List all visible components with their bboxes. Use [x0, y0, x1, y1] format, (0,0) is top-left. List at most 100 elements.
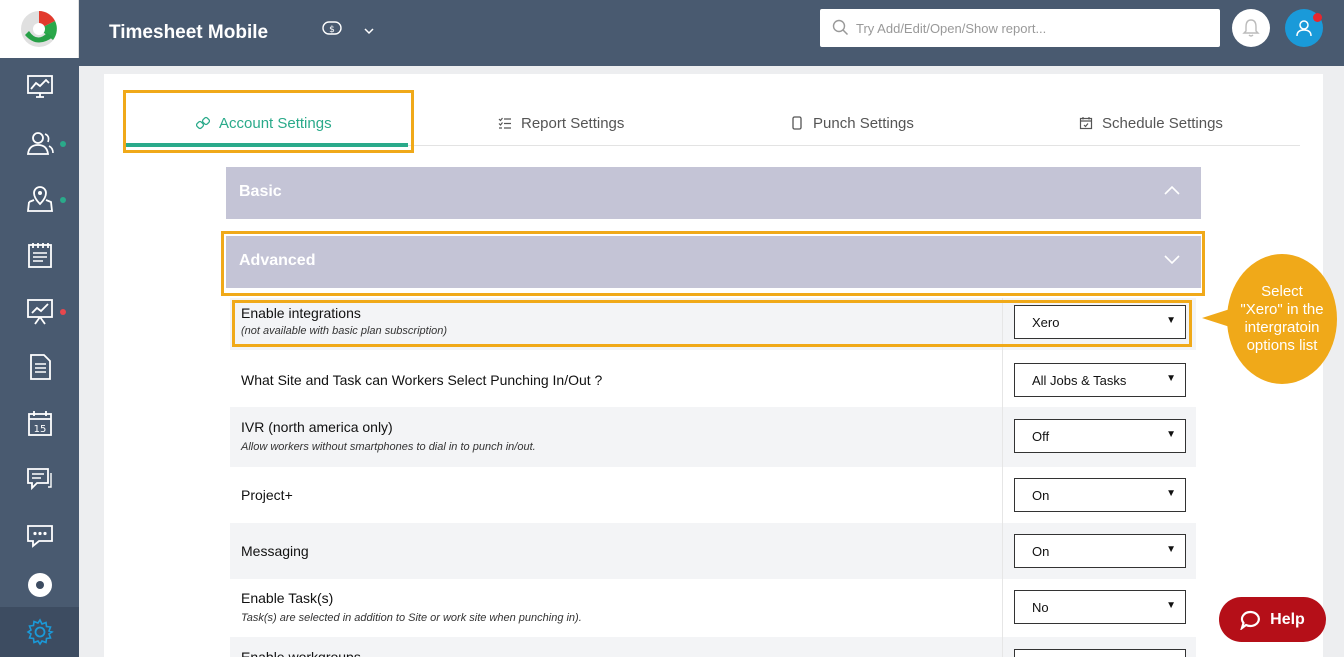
reports-status-dot — [60, 309, 66, 315]
currency-icon: $ — [322, 21, 342, 35]
tab-label: Report Settings — [521, 114, 625, 132]
sites-map-icon — [26, 186, 53, 212]
chevron-down-icon — [1164, 255, 1180, 265]
caret-down-icon: ▼ — [1166, 373, 1176, 384]
select-value: On — [1032, 544, 1050, 559]
chevron-down-icon — [364, 28, 374, 35]
workgroups-select[interactable] — [1014, 649, 1186, 657]
settings-panel: Account Settings Report Settings Punch S… — [104, 74, 1323, 657]
sidebar-item-sites[interactable] — [0, 171, 79, 227]
top-header: Timesheet Mobile $ — [79, 0, 1344, 66]
tasks-select[interactable]: No ▼ — [1014, 590, 1186, 624]
tutorial-callout: Select "Xero" in the intergratoin option… — [1227, 254, 1337, 384]
tab-punch-settings[interactable]: Punch Settings — [790, 100, 914, 146]
sidebar-item-reports[interactable] — [0, 283, 79, 339]
chat-bubble-icon — [26, 525, 53, 548]
setting-label: IVR (north america only) — [241, 419, 393, 435]
setting-label: Enable workgroups — [241, 649, 361, 657]
sidebar-item-documents[interactable] — [0, 339, 79, 395]
timesheet-logo-icon — [21, 11, 57, 47]
row-divider — [1002, 637, 1003, 657]
calendar-day: 15 — [33, 424, 46, 435]
sidebar-item-chat[interactable] — [0, 507, 79, 563]
setting-row-site-task: What Site and Task can Workers Select Pu… — [230, 350, 1196, 407]
link-icon — [196, 116, 210, 130]
setting-row-tasks: Enable Task(s) Task(s) are selected in a… — [230, 579, 1196, 637]
bell-icon — [1242, 19, 1260, 37]
caret-down-icon: ▼ — [1166, 600, 1176, 611]
setting-label: Enable integrations — [241, 305, 361, 321]
setting-description: (not available with basic plan subscript… — [241, 325, 448, 337]
sidebar-item-record[interactable] — [0, 557, 79, 613]
calendar-icon: 15 — [27, 411, 52, 436]
sidebar-item-settings[interactable] — [0, 607, 79, 657]
setting-label: Project+ — [241, 487, 293, 503]
chevron-up-icon — [1164, 185, 1180, 195]
section-advanced-header[interactable]: Advanced — [226, 236, 1201, 288]
sites-status-dot — [60, 197, 66, 203]
app-title: Timesheet Mobile — [109, 22, 269, 43]
select-value: On — [1032, 488, 1050, 503]
currency-switcher[interactable]: $ — [322, 20, 342, 40]
sidebar-item-schedule[interactable]: 15 — [0, 395, 79, 451]
tab-schedule-settings[interactable]: Schedule Settings — [1079, 100, 1223, 146]
timesheet-icon — [27, 243, 52, 268]
sidebar-item-dashboard[interactable] — [0, 59, 79, 115]
reports-icon — [26, 299, 53, 325]
callout-pointer — [1202, 309, 1230, 327]
checklist-icon — [498, 117, 511, 129]
search-icon — [832, 19, 849, 36]
settings-gear-icon — [26, 618, 54, 646]
notifications-button[interactable] — [1232, 9, 1270, 47]
row-divider — [1002, 467, 1003, 523]
section-basic-title: Basic — [239, 183, 282, 200]
messaging-select[interactable]: On ▼ — [1014, 534, 1186, 568]
row-divider — [1002, 350, 1003, 407]
caret-down-icon: ▼ — [1166, 544, 1176, 555]
row-divider — [1002, 523, 1003, 579]
setting-row-project-plus: Project+ On ▼ — [230, 467, 1196, 523]
integrations-select[interactable]: Xero ▼ — [1014, 305, 1186, 339]
mobile-phone-icon — [792, 116, 802, 130]
help-label: Help — [1270, 610, 1305, 628]
setting-row-workgroups: Enable workgroups — [230, 637, 1196, 657]
help-button[interactable]: Help — [1219, 597, 1326, 642]
row-divider — [1002, 298, 1003, 350]
select-value: All Jobs & Tasks — [1032, 373, 1127, 388]
user-icon — [1296, 20, 1312, 37]
speech-bubble-icon — [1240, 610, 1261, 630]
sidebar-item-messages[interactable] — [0, 451, 79, 507]
project-plus-select[interactable]: On ▼ — [1014, 478, 1186, 512]
select-value: No — [1032, 600, 1049, 615]
currency-dropdown-toggle[interactable] — [363, 22, 375, 41]
section-basic-header[interactable]: Basic — [226, 167, 1201, 219]
tab-report-settings[interactable]: Report Settings — [498, 100, 624, 146]
select-value: Off — [1032, 429, 1050, 444]
sidebar-item-timesheets[interactable] — [0, 227, 79, 283]
site-task-select[interactable]: All Jobs & Tasks ▼ — [1014, 363, 1186, 397]
setting-description: Task(s) are selected in addition to Site… — [241, 612, 582, 624]
ivr-select[interactable]: Off ▼ — [1014, 419, 1186, 453]
settings-tabs: Account Settings Report Settings Punch S… — [126, 100, 1300, 146]
tab-account-settings[interactable]: Account Settings — [196, 100, 332, 146]
search-input[interactable] — [856, 9, 1212, 47]
callout-text: Select "Xero" in the intergratoin option… — [1240, 283, 1324, 354]
workers-status-dot — [60, 141, 66, 147]
caret-down-icon: ▼ — [1166, 315, 1176, 326]
caret-down-icon: ▼ — [1166, 488, 1176, 499]
messages-icon — [26, 468, 52, 491]
section-advanced-title: Advanced — [239, 252, 316, 269]
setting-row-messaging: Messaging On ▼ — [230, 523, 1196, 579]
caret-down-icon: ▼ — [1166, 429, 1176, 440]
workers-icon — [26, 132, 54, 155]
setting-label: Enable Task(s) — [241, 590, 334, 606]
setting-row-ivr: IVR (north america only) Allow workers w… — [230, 407, 1196, 467]
sidebar: 15 — [0, 0, 79, 657]
sidebar-item-workers[interactable] — [0, 115, 79, 171]
search-box — [820, 9, 1220, 47]
setting-row-integrations: Enable integrations (not available with … — [230, 298, 1196, 350]
app-logo[interactable] — [0, 0, 79, 58]
active-tab-indicator — [126, 143, 408, 147]
record-icon — [27, 573, 52, 597]
tab-label: Account Settings — [219, 114, 332, 132]
